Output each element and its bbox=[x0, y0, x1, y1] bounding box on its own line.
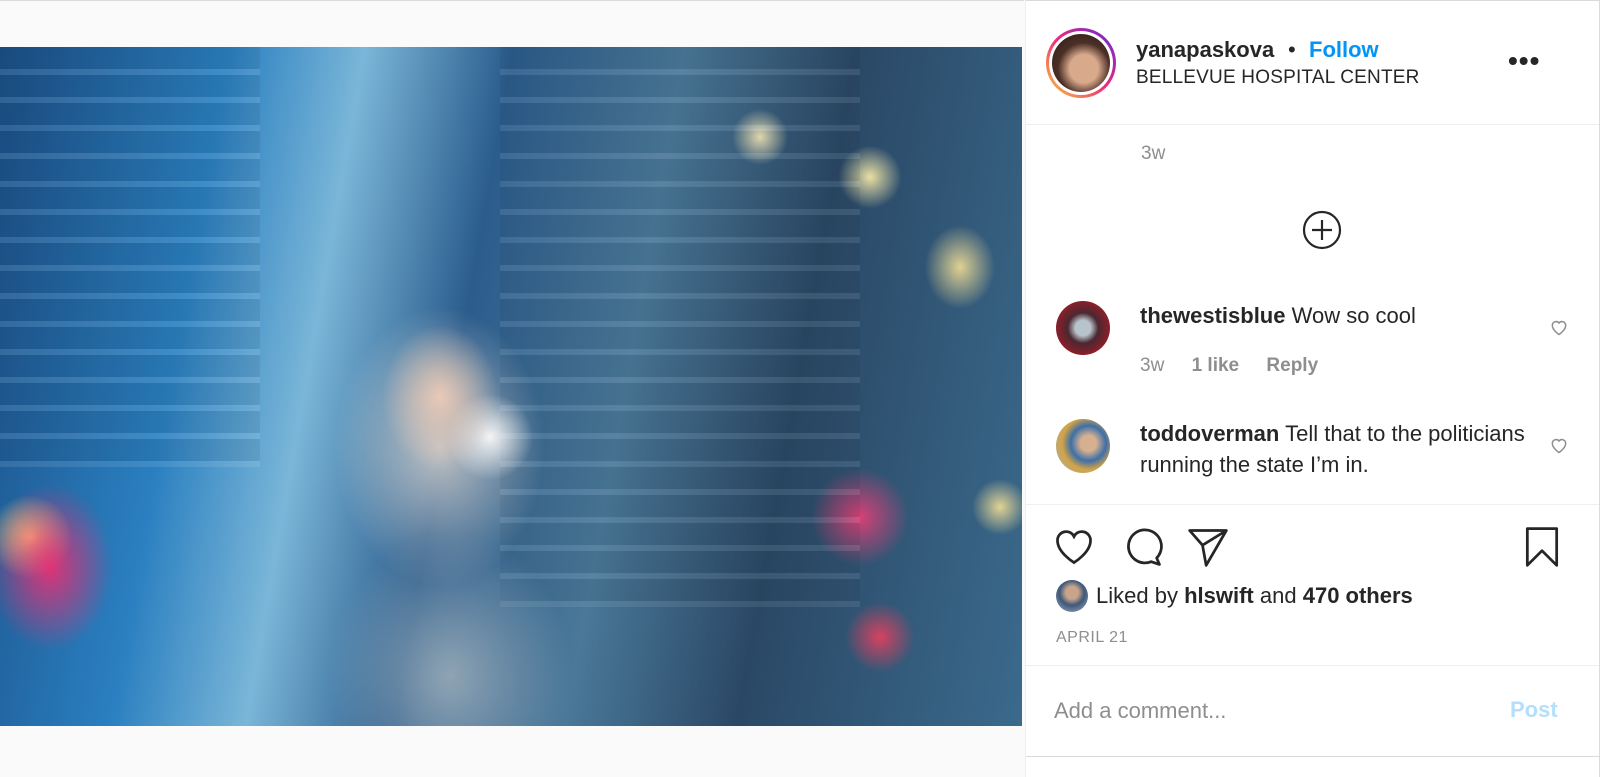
more-options-icon[interactable]: ••• bbox=[1508, 45, 1540, 77]
post-comment-button[interactable]: Post bbox=[1510, 697, 1558, 723]
comment-text: thewestisblue Wow so cool bbox=[1140, 300, 1530, 331]
comment-meta: 3w 1 like Reply bbox=[1140, 355, 1340, 377]
comment-like-heart-icon[interactable] bbox=[1549, 317, 1569, 337]
comment-likes-count[interactable]: 1 like bbox=[1192, 355, 1240, 376]
commenter-username[interactable]: toddoverman bbox=[1140, 421, 1279, 446]
plus-circle-icon[interactable] bbox=[1302, 210, 1342, 250]
caption-timestamp: 3w bbox=[1141, 143, 1166, 164]
heart-icon[interactable] bbox=[1052, 525, 1096, 569]
author-avatar[interactable] bbox=[1046, 28, 1116, 98]
bookmark-icon[interactable] bbox=[1520, 525, 1564, 569]
likes-summary[interactable]: Liked by hlswift and 470 others bbox=[1096, 583, 1413, 609]
reply-button[interactable]: Reply bbox=[1266, 355, 1318, 376]
likes-others-count[interactable]: 470 others bbox=[1303, 583, 1413, 608]
commenter-avatar[interactable] bbox=[1056, 301, 1110, 355]
commenter-username[interactable]: thewestisblue bbox=[1140, 303, 1285, 328]
comment-timestamp[interactable]: 3w bbox=[1140, 355, 1164, 376]
post-date[interactable]: APRIL 21 bbox=[1056, 629, 1128, 647]
add-comment-section: Post bbox=[1026, 667, 1599, 757]
instagram-post: yanapaskova • Follow BELLEVUE HOSPITAL C… bbox=[0, 0, 1600, 777]
comment-like-heart-icon[interactable] bbox=[1549, 435, 1569, 455]
comment-item: thewestisblue Wow so cool 3w 1 like Repl… bbox=[1026, 299, 1599, 399]
post-media-area bbox=[0, 0, 1024, 777]
commenter-avatar[interactable] bbox=[1056, 419, 1110, 473]
comment-body: Wow so cool bbox=[1291, 303, 1416, 328]
comment-input[interactable] bbox=[1054, 693, 1484, 729]
paper-plane-icon[interactable] bbox=[1186, 525, 1230, 569]
comment-bubble-icon[interactable] bbox=[1120, 525, 1164, 569]
post-actions: Liked by hlswift and 470 others APRIL 21 bbox=[1026, 504, 1599, 666]
follow-button[interactable]: Follow bbox=[1309, 37, 1379, 63]
liker-avatar[interactable] bbox=[1056, 580, 1088, 612]
separator-dot: • bbox=[1288, 37, 1296, 62]
post-sidebar: yanapaskova • Follow BELLEVUE HOSPITAL C… bbox=[1025, 0, 1600, 777]
post-photo[interactable] bbox=[0, 47, 1022, 726]
location-link[interactable]: BELLEVUE HOSPITAL CENTER bbox=[1136, 67, 1420, 89]
photo-subject bbox=[290, 277, 620, 726]
comment-text: toddoverman Tell that to the politicians… bbox=[1140, 418, 1530, 480]
comment-item: toddoverman Tell that to the politicians… bbox=[1026, 417, 1599, 497]
photo-building-left bbox=[0, 47, 260, 467]
liker-username[interactable]: hlswift bbox=[1184, 583, 1254, 608]
author-avatar-image bbox=[1052, 34, 1110, 92]
post-header: yanapaskova • Follow BELLEVUE HOSPITAL C… bbox=[1026, 1, 1599, 125]
likes-conjunction: and bbox=[1259, 583, 1297, 608]
likes-prefix: Liked by bbox=[1096, 583, 1178, 608]
author-username[interactable]: yanapaskova bbox=[1136, 37, 1274, 63]
